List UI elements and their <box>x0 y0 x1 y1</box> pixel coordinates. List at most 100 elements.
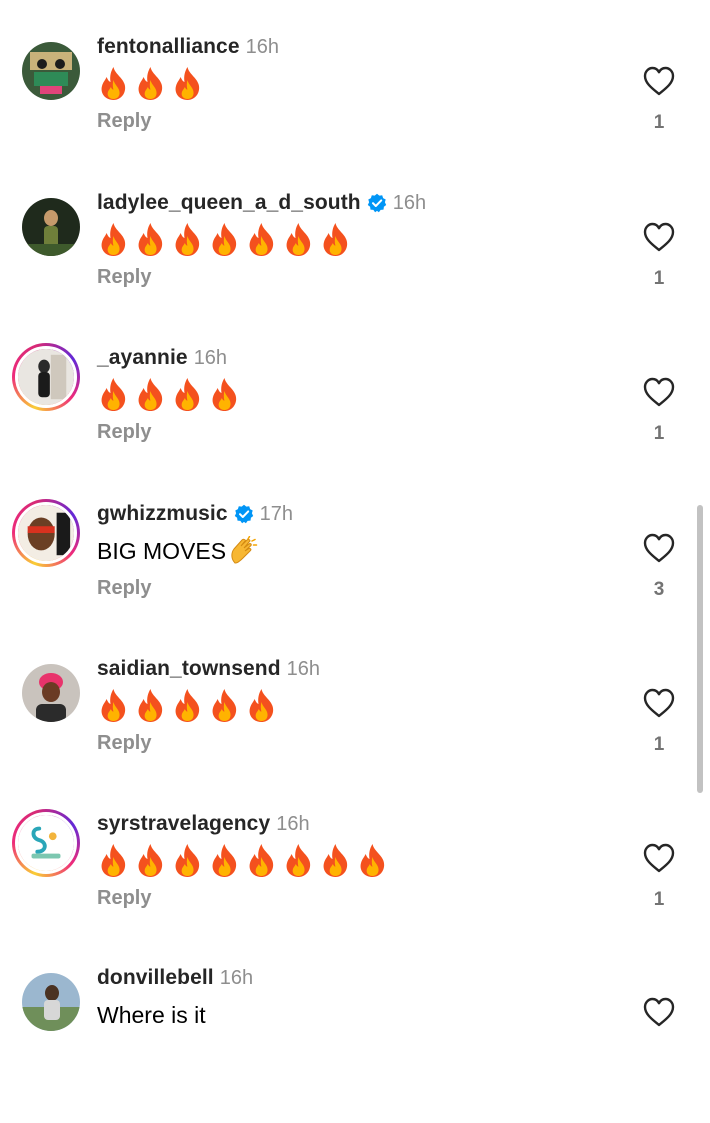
comment-header: donvillebell 16h <box>97 965 253 991</box>
flame-emojis <box>97 66 204 102</box>
username[interactable]: fentonalliance <box>97 35 240 59</box>
heart-outline-icon <box>643 377 675 407</box>
flame-emojis <box>97 843 389 879</box>
comment-header: ladylee_queen_a_d_south 16h <box>97 190 426 216</box>
flame-emoji <box>175 67 200 100</box>
timestamp: 16h <box>193 346 228 369</box>
flame-emoji <box>101 223 126 256</box>
flame-emoji <box>101 689 126 722</box>
like-count: 1 <box>653 112 665 133</box>
avatar[interactable] <box>22 42 80 100</box>
comment-item: donvillebell 16h Where is it <box>0 966 710 1123</box>
flame-emoji <box>101 67 126 100</box>
avatar[interactable] <box>22 664 80 722</box>
heart-outline-icon <box>643 688 675 718</box>
username[interactable]: _ayannie <box>97 346 188 370</box>
comment-header: gwhizzmusic 17h <box>97 501 293 527</box>
comment-text-content: BIG MOVES <box>97 537 227 564</box>
flame-emoji <box>212 223 237 256</box>
flame-emoji <box>175 844 200 877</box>
flame-emoji <box>138 844 163 877</box>
comment-header: saidian_townsend 16h <box>97 656 320 682</box>
like-button[interactable] <box>643 688 675 718</box>
comment-header: syrstravelagency 16h <box>97 811 310 837</box>
comment-text: Where is it <box>97 995 206 1035</box>
username[interactable]: donvillebell <box>97 966 214 990</box>
comment-item: _ayannie 16h Reply 1 <box>0 343 710 503</box>
flame-emoji <box>138 689 163 722</box>
flame-emoji <box>175 689 200 722</box>
comment-text: BIG MOVES <box>97 531 258 571</box>
reply-button[interactable]: Reply <box>97 732 151 755</box>
comment-header: _ayannie 16h <box>97 345 227 371</box>
flame-emoji <box>360 844 385 877</box>
flame-emoji <box>286 844 311 877</box>
timestamp: 16h <box>286 657 321 680</box>
reply-button[interactable]: Reply <box>97 421 151 444</box>
flame-emojis <box>97 377 241 413</box>
flame-emoji <box>175 223 200 256</box>
flame-emoji <box>212 689 237 722</box>
timestamp: 16h <box>276 812 310 835</box>
comment-item: gwhizzmusic 17h BIG MOVES Reply 3 <box>0 499 710 659</box>
flame-emoji <box>101 378 126 411</box>
avatar-story-ring[interactable] <box>12 499 80 567</box>
heart-outline-icon <box>643 66 675 96</box>
avatar-story-ring[interactable] <box>12 343 80 411</box>
like-button[interactable] <box>643 997 675 1027</box>
timestamp: 17h <box>259 502 293 525</box>
avatar-image <box>22 198 80 256</box>
comment-text <box>97 686 278 726</box>
flame-emoji <box>249 689 274 722</box>
timestamp: 16h <box>245 35 279 58</box>
avatar-image <box>18 815 74 871</box>
like-button[interactable] <box>643 843 675 873</box>
comment-text <box>97 64 204 104</box>
avatar-story-ring[interactable] <box>12 809 80 877</box>
flame-emoji <box>249 844 274 877</box>
heart-outline-icon <box>643 843 675 873</box>
reply-button[interactable]: Reply <box>97 110 151 133</box>
flame-emoji <box>101 844 126 877</box>
timestamp: 16h <box>219 966 254 989</box>
avatar[interactable] <box>22 973 80 1031</box>
heart-outline-icon <box>643 222 675 252</box>
flame-emojis <box>97 688 278 724</box>
avatar-image <box>22 973 80 1031</box>
like-count: 1 <box>653 423 665 444</box>
flame-emoji <box>138 378 163 411</box>
avatar[interactable] <box>22 198 80 256</box>
avatar-image <box>18 505 74 561</box>
verified-badge-icon <box>367 193 387 213</box>
flame-emoji <box>212 844 237 877</box>
username[interactable]: saidian_townsend <box>97 657 281 681</box>
like-count: 3 <box>653 579 665 600</box>
avatar-image <box>18 349 74 405</box>
flame-emoji <box>323 844 348 877</box>
reply-button[interactable]: Reply <box>97 266 151 289</box>
comment-header: fentonalliance 16h <box>97 34 279 60</box>
flame-emoji <box>212 378 237 411</box>
heart-outline-icon <box>643 533 675 563</box>
flame-emojis <box>97 222 352 258</box>
comment-text <box>97 375 241 415</box>
username[interactable]: ladylee_queen_a_d_south <box>97 191 361 215</box>
avatar-image <box>22 664 80 722</box>
reply-button[interactable]: Reply <box>97 887 151 910</box>
heart-outline-icon <box>643 997 675 1027</box>
flame-emoji <box>249 223 274 256</box>
like-button[interactable] <box>643 533 675 563</box>
comment-item: syrstravelagency 16h Reply 1 <box>0 809 710 969</box>
comment-item: fentonalliance 16h Reply 1 <box>0 35 710 192</box>
scrollbar[interactable] <box>697 505 703 793</box>
like-button[interactable] <box>643 66 675 96</box>
comment-text <box>97 220 352 260</box>
like-button[interactable] <box>643 222 675 252</box>
comment-item: saidian_townsend 16h Reply 1 <box>0 657 710 814</box>
username[interactable]: syrstravelagency <box>97 812 270 836</box>
username[interactable]: gwhizzmusic <box>97 502 228 526</box>
like-button[interactable] <box>643 377 675 407</box>
reply-button[interactable]: Reply <box>97 577 151 600</box>
flame-emoji <box>323 223 348 256</box>
flame-emoji <box>138 67 163 100</box>
